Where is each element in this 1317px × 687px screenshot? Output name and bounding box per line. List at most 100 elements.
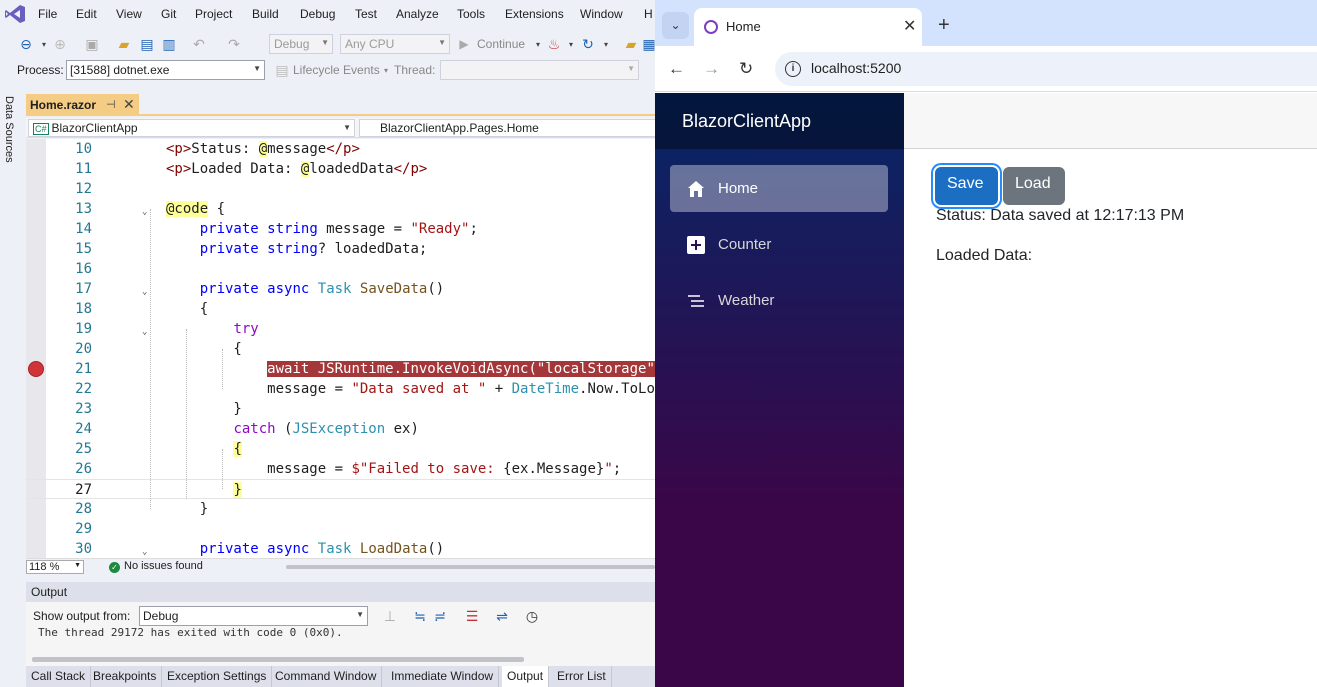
hot-reload-icon[interactable]: ♨: [545, 35, 563, 53]
platform-dropdown[interactable]: Any CPU ▼: [340, 34, 450, 54]
code-line[interactable]: 29: [26, 519, 655, 539]
new-project-icon[interactable]: ▣: [83, 35, 101, 53]
code-line[interactable]: 26 message = $"Failed to save: {ex.Messa…: [26, 459, 655, 479]
restart-icon[interactable]: ↻: [579, 35, 597, 53]
code-line[interactable]: 11 <p>Loaded Data: @loadedData</p>: [26, 159, 655, 179]
code-line[interactable]: 19 ⌄ try: [26, 319, 655, 339]
next-message-icon[interactable]: ≓: [431, 607, 449, 625]
horizontal-scrollbar[interactable]: [286, 565, 655, 569]
tab-immediate-window[interactable]: Immediate Window: [386, 666, 500, 687]
scope-dropdown[interactable]: BlazorClientApp.Pages.Home: [359, 119, 655, 137]
clock-icon[interactable]: ◷: [523, 607, 541, 625]
collapse-chevron-icon[interactable]: ⌄: [142, 542, 147, 558]
menu-tools[interactable]: Tools: [457, 7, 485, 21]
menu-extensions[interactable]: Extensions: [505, 7, 564, 21]
sidebar-item-home[interactable]: Home: [670, 165, 888, 212]
redo-icon[interactable]: ↷: [225, 35, 243, 53]
menu-window[interactable]: Window: [580, 7, 623, 21]
code-line[interactable]: 16: [26, 259, 655, 279]
menu-view[interactable]: View: [116, 7, 142, 21]
sidebar-item-counter[interactable]: Counter: [670, 221, 888, 268]
menu-test[interactable]: Test: [355, 7, 377, 21]
word-wrap-icon[interactable]: ⇌: [493, 607, 511, 625]
chevron-down-icon[interactable]: ▾: [562, 35, 580, 53]
code-line[interactable]: 28 }: [26, 499, 655, 519]
tab-call-stack[interactable]: Call Stack: [26, 666, 92, 687]
url-text[interactable]: localhost:5200: [811, 60, 901, 76]
tab-search-icon[interactable]: ⌄: [662, 12, 689, 39]
tab-output[interactable]: Output: [502, 666, 550, 687]
menu-debug[interactable]: Debug: [300, 7, 335, 21]
thread-dropdown[interactable]: ▼: [440, 60, 639, 80]
load-button[interactable]: Load: [1003, 167, 1065, 205]
code-line[interactable]: 17 ⌄ private async Task SaveData(): [26, 279, 655, 299]
new-tab-icon[interactable]: +: [938, 14, 950, 37]
tab-exception-settings[interactable]: Exception Settings: [162, 666, 273, 687]
code-line[interactable]: 24 catch (JSException ex): [26, 419, 655, 439]
forward-arrow-icon[interactable]: →: [703, 59, 720, 79]
project-dropdown[interactable]: C# BlazorClientApp ▼: [28, 119, 355, 137]
menu-file[interactable]: File: [38, 7, 57, 21]
data-sources-tab[interactable]: Data Sources: [3, 96, 15, 163]
tab-home-razor[interactable]: Home.razor ⊣ ✕: [26, 94, 139, 116]
browser-tab-home[interactable]: Home ✕: [694, 8, 922, 46]
output-scrollbar[interactable]: [32, 657, 524, 662]
browse-icon[interactable]: ▰: [622, 35, 640, 53]
code-line[interactable]: 27 }: [26, 479, 655, 499]
code-line[interactable]: 21 await JSRuntime.InvokeVoidAsync("loca…: [26, 359, 655, 379]
save-button[interactable]: Save: [935, 167, 998, 205]
brand-link[interactable]: BlazorClientApp: [682, 111, 811, 132]
reload-icon[interactable]: ↻: [739, 59, 753, 79]
play-icon[interactable]: ▶: [455, 35, 473, 53]
continue-button[interactable]: Continue: [477, 37, 525, 51]
code-line[interactable]: 22 message = "Data saved at " + DateTime…: [26, 379, 655, 399]
address-bar[interactable]: i localhost:5200: [775, 52, 1317, 86]
code-line[interactable]: 14 private string message = "Ready";: [26, 219, 655, 239]
output-source-dropdown[interactable]: Debug ▼: [139, 606, 368, 626]
zoom-dropdown[interactable]: 118 % ▼: [26, 560, 84, 574]
tab-breakpoints[interactable]: Breakpoints: [88, 666, 163, 687]
open-folder-icon[interactable]: ▰: [115, 35, 133, 53]
tab-error-list[interactable]: Error List: [552, 666, 612, 687]
chevron-down-icon[interactable]: ▾: [597, 35, 615, 53]
close-icon[interactable]: ✕: [903, 16, 916, 36]
breakpoint-icon[interactable]: [28, 361, 44, 377]
code-line[interactable]: 23 }: [26, 399, 655, 419]
code-line[interactable]: 30 ⌄ private async Task LoadData(): [26, 539, 655, 558]
sidebar-item-weather[interactable]: Weather: [670, 277, 888, 324]
forward-nav-icon[interactable]: ⊕: [51, 35, 69, 53]
save-all-icon[interactable]: ▥: [160, 35, 178, 53]
menu-build[interactable]: Build: [252, 7, 279, 21]
menu-project[interactable]: Project: [195, 7, 232, 21]
code-line[interactable]: 13 ⌄ @code {: [26, 199, 655, 219]
save-icon[interactable]: ▤: [138, 35, 156, 53]
menu-git[interactable]: Git: [161, 7, 176, 21]
code-line[interactable]: 25 {: [26, 439, 655, 459]
menu-help[interactable]: H: [644, 7, 653, 21]
close-icon[interactable]: ✕: [123, 96, 135, 113]
back-nav-icon[interactable]: ⊖: [17, 35, 35, 53]
site-info-icon[interactable]: i: [785, 61, 801, 77]
menu-analyze[interactable]: Analyze: [396, 7, 439, 21]
code-line[interactable]: 20 {: [26, 339, 655, 359]
code-line[interactable]: 18 {: [26, 299, 655, 319]
code-editor[interactable]: 10 <p>Status: @message</p> 11 <p>Loaded Dat…: [26, 139, 655, 558]
issues-indicator[interactable]: ✓ No issues found: [109, 560, 203, 573]
menu-edit[interactable]: Edit: [76, 7, 97, 21]
tab-command-window[interactable]: Command Window: [270, 666, 383, 687]
previous-message-icon[interactable]: ≒: [411, 607, 429, 625]
chevron-down-icon[interactable]: ▾: [377, 61, 395, 79]
find-message-icon[interactable]: ⊥: [381, 607, 399, 625]
output-text[interactable]: The thread 29172 has exited with code 0 …: [38, 626, 343, 639]
pin-icon[interactable]: ⊣: [106, 98, 116, 111]
process-dropdown[interactable]: [31588] dotnet.exe ▼: [66, 60, 265, 80]
code-line[interactable]: 12: [26, 179, 655, 199]
undo-icon[interactable]: ↶: [190, 35, 208, 53]
code-line[interactable]: 15 private string? loadedData;: [26, 239, 655, 259]
code-line[interactable]: 10 <p>Status: @message</p>: [26, 139, 655, 159]
toolbar-options-icon[interactable]: ▦: [640, 35, 655, 53]
lifecycle-events-dropdown[interactable]: Lifecycle Events: [293, 63, 380, 77]
back-arrow-icon[interactable]: ←: [668, 59, 685, 79]
clear-all-icon[interactable]: ☰: [463, 607, 481, 625]
configuration-dropdown[interactable]: Debug ▼: [269, 34, 333, 54]
